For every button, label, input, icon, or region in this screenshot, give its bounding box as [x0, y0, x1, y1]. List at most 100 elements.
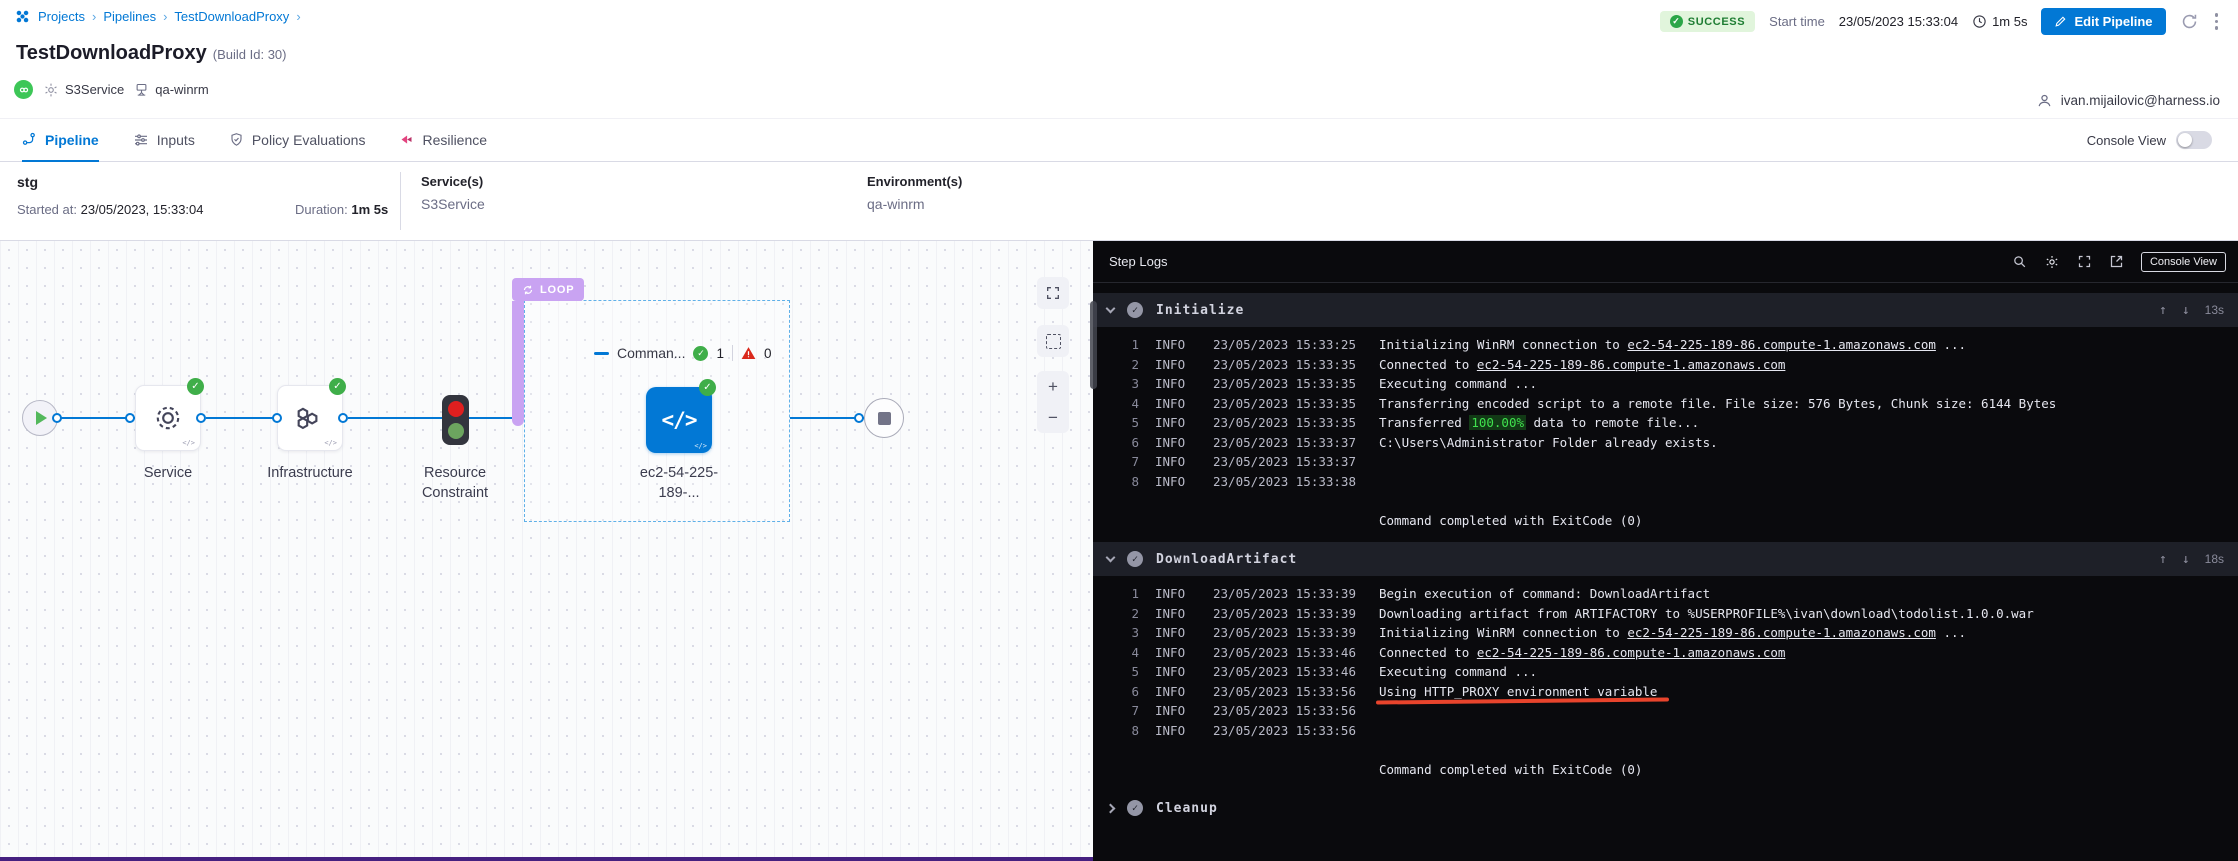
log-timestamp: 23/05/2023 15:33:56 — [1213, 682, 1363, 702]
scroll-up-icon[interactable]: ↑ — [2159, 552, 2167, 567]
node-service[interactable]: ✓ </> — [135, 385, 201, 451]
loop-step-name: Comman... — [617, 345, 685, 361]
breadcrumb-link-projects[interactable]: Projects — [38, 9, 85, 24]
tab-resilience[interactable]: Resilience — [399, 119, 487, 162]
log-section-header[interactable]: ✓ Cleanup — [1093, 791, 2238, 825]
tab-inputs[interactable]: Inputs — [133, 119, 195, 162]
pipeline-canvas[interactable]: ✓ </> Service ✓ </> Infrastructure Reso — [0, 241, 1093, 861]
log-message: Connected to ec2-54-225-189-86.compute-1… — [1379, 643, 2238, 663]
breadcrumb-link-pipelines[interactable]: Pipelines — [103, 9, 156, 24]
end-node[interactable] — [864, 398, 904, 438]
edit-pipeline-button[interactable]: Edit Pipeline — [2041, 8, 2165, 35]
more-options-button[interactable] — [2213, 11, 2221, 32]
tab-policy-evaluations[interactable]: Policy Evaluations — [229, 119, 366, 162]
scroll-down-icon[interactable]: ↓ — [2182, 552, 2190, 567]
log-timestamp: 23/05/2023 15:33:25 — [1213, 335, 1363, 355]
service-tag-label: S3Service — [65, 82, 124, 97]
log-line-number: 8 — [1105, 472, 1139, 492]
breadcrumb-link-pipeline-name[interactable]: TestDownloadProxy — [174, 9, 289, 24]
node-label-line2: 189-... — [619, 483, 739, 503]
log-line-number — [1105, 760, 1139, 780]
log-section-downloadartifact: ✓ DownloadArtifact ↑ ↓ 18s 1INFO23/05/20… — [1093, 542, 2238, 781]
stage-started: Started at: 23/05/2023, 15:33:04 — [17, 202, 204, 217]
annotated-text: Using HTTP_PROXY environment variable — [1379, 682, 1657, 702]
step-duration: 18s — [2205, 552, 2224, 566]
log-timestamp: 23/05/2023 15:33:37 — [1213, 452, 1363, 472]
log-hostname-link[interactable]: ec2-54-225-189-86.compute-1.amazonaws.co… — [1627, 625, 1936, 640]
log-line: 7INFO23/05/2023 15:33:37 — [1093, 452, 2238, 472]
search-icon[interactable] — [2012, 254, 2027, 269]
console-view-toggle[interactable] — [2176, 131, 2212, 149]
stage-name: stg — [17, 174, 38, 190]
log-message: Transferred 100.00% data to remote file.… — [1379, 413, 2238, 433]
log-timestamp: 23/05/2023 15:33:46 — [1213, 643, 1363, 663]
fullscreen-button[interactable] — [1037, 277, 1069, 309]
inputs-icon — [133, 132, 149, 148]
node-command-step[interactable]: </> ✓ </> — [646, 387, 712, 453]
cd-module-icon — [14, 80, 33, 99]
log-line: 6INFO23/05/2023 15:33:37C:\Users\Adminis… — [1093, 433, 2238, 453]
log-section-initialize: ✓ Initialize ↑ ↓ 13s 1INFO23/05/2023 15:… — [1093, 293, 2238, 532]
log-timestamp: 23/05/2023 15:33:35 — [1213, 374, 1363, 394]
success-check-icon: ✓ — [699, 379, 716, 396]
log-level: INFO — [1155, 623, 1197, 643]
template-icon: </> — [694, 442, 707, 450]
log-settings-gear-icon[interactable] — [2044, 254, 2060, 270]
chevron-right-icon — [1106, 803, 1116, 813]
connector-port — [854, 413, 864, 423]
log-timestamp: 23/05/2023 15:33:35 — [1213, 394, 1363, 414]
zoom-in-button[interactable]: + — [1037, 371, 1069, 402]
environments-value: qa-winrm — [867, 196, 962, 212]
log-section-header[interactable]: ✓ Initialize ↑ ↓ 13s — [1093, 293, 2238, 327]
log-message: Command completed with ExitCode (0) — [1379, 511, 2238, 531]
log-timestamp: 23/05/2023 15:33:38 — [1213, 472, 1363, 492]
log-hostname-link[interactable]: ec2-54-225-189-86.compute-1.amazonaws.co… — [1477, 645, 1786, 660]
success-check-icon: ✓ — [187, 378, 204, 395]
chevron-down-icon — [1106, 553, 1116, 563]
scroll-up-icon[interactable]: ↑ — [2159, 303, 2167, 318]
log-message — [1379, 452, 2238, 472]
log-line: 2INFO23/05/2023 15:33:39Downloading arti… — [1093, 604, 2238, 624]
refresh-button[interactable] — [2180, 12, 2199, 31]
tab-policy-evaluations-label: Policy Evaluations — [252, 132, 366, 148]
main-content: ✓ </> Service ✓ </> Infrastructure Reso — [0, 240, 2238, 861]
warning-triangle-icon — [741, 346, 756, 360]
log-line-number: 7 — [1105, 452, 1139, 472]
node-resource-constraint[interactable] — [442, 395, 469, 445]
console-view-button[interactable]: Console View — [2141, 252, 2226, 272]
scroll-down-icon[interactable]: ↓ — [2182, 303, 2190, 318]
log-line: 1INFO23/05/2023 15:33:39Begin execution … — [1093, 584, 2238, 604]
log-level: INFO — [1155, 374, 1197, 394]
connector-line — [790, 417, 864, 419]
log-timestamp: 23/05/2023 15:33:39 — [1213, 604, 1363, 624]
open-in-new-window-icon[interactable] — [2109, 254, 2124, 269]
expand-panel-icon[interactable] — [2077, 254, 2092, 269]
log-hostname-link[interactable]: ec2-54-225-189-86.compute-1.amazonaws.co… — [1477, 357, 1786, 372]
panel-resize-handle[interactable] — [1090, 301, 1097, 389]
services-value: S3Service — [421, 196, 485, 212]
app-window: Projects › Pipelines › TestDownloadProxy… — [0, 0, 2238, 861]
start-time-label: Start time — [1769, 14, 1825, 29]
status-badge: ✓ SUCCESS — [1660, 11, 1755, 32]
connector-port — [272, 413, 282, 423]
node-infrastructure[interactable]: ✓ </> — [277, 385, 343, 451]
log-message: Command completed with ExitCode (0) — [1379, 760, 2238, 780]
log-timestamp: 23/05/2023 15:33:37 — [1213, 433, 1363, 453]
zoom-out-button[interactable]: − — [1037, 402, 1069, 433]
tab-pipeline[interactable]: Pipeline — [22, 119, 99, 162]
log-line: 4INFO23/05/2023 15:33:35Transferring enc… — [1093, 394, 2238, 414]
execution-status-row: ✓ SUCCESS Start time 23/05/2023 15:33:04… — [1660, 8, 2220, 35]
shield-check-icon — [229, 132, 244, 147]
connector-port — [338, 413, 348, 423]
log-level: INFO — [1155, 433, 1197, 453]
log-section-header[interactable]: ✓ DownloadArtifact ↑ ↓ 18s — [1093, 542, 2238, 576]
environments-label: Environment(s) — [867, 174, 962, 189]
reset-view-button[interactable] — [1037, 325, 1069, 357]
pipeline-icon — [22, 132, 37, 147]
success-check-icon: ✓ — [693, 346, 708, 361]
step-logs-header: Step Logs Console View — [1093, 241, 2238, 283]
log-hostname-link[interactable]: ec2-54-225-189-86.compute-1.amazonaws.co… — [1627, 337, 1936, 352]
log-level — [1155, 511, 1197, 531]
connector-line — [469, 417, 514, 419]
loop-step-header[interactable]: Comman... ✓ 1 0 — [594, 345, 772, 361]
